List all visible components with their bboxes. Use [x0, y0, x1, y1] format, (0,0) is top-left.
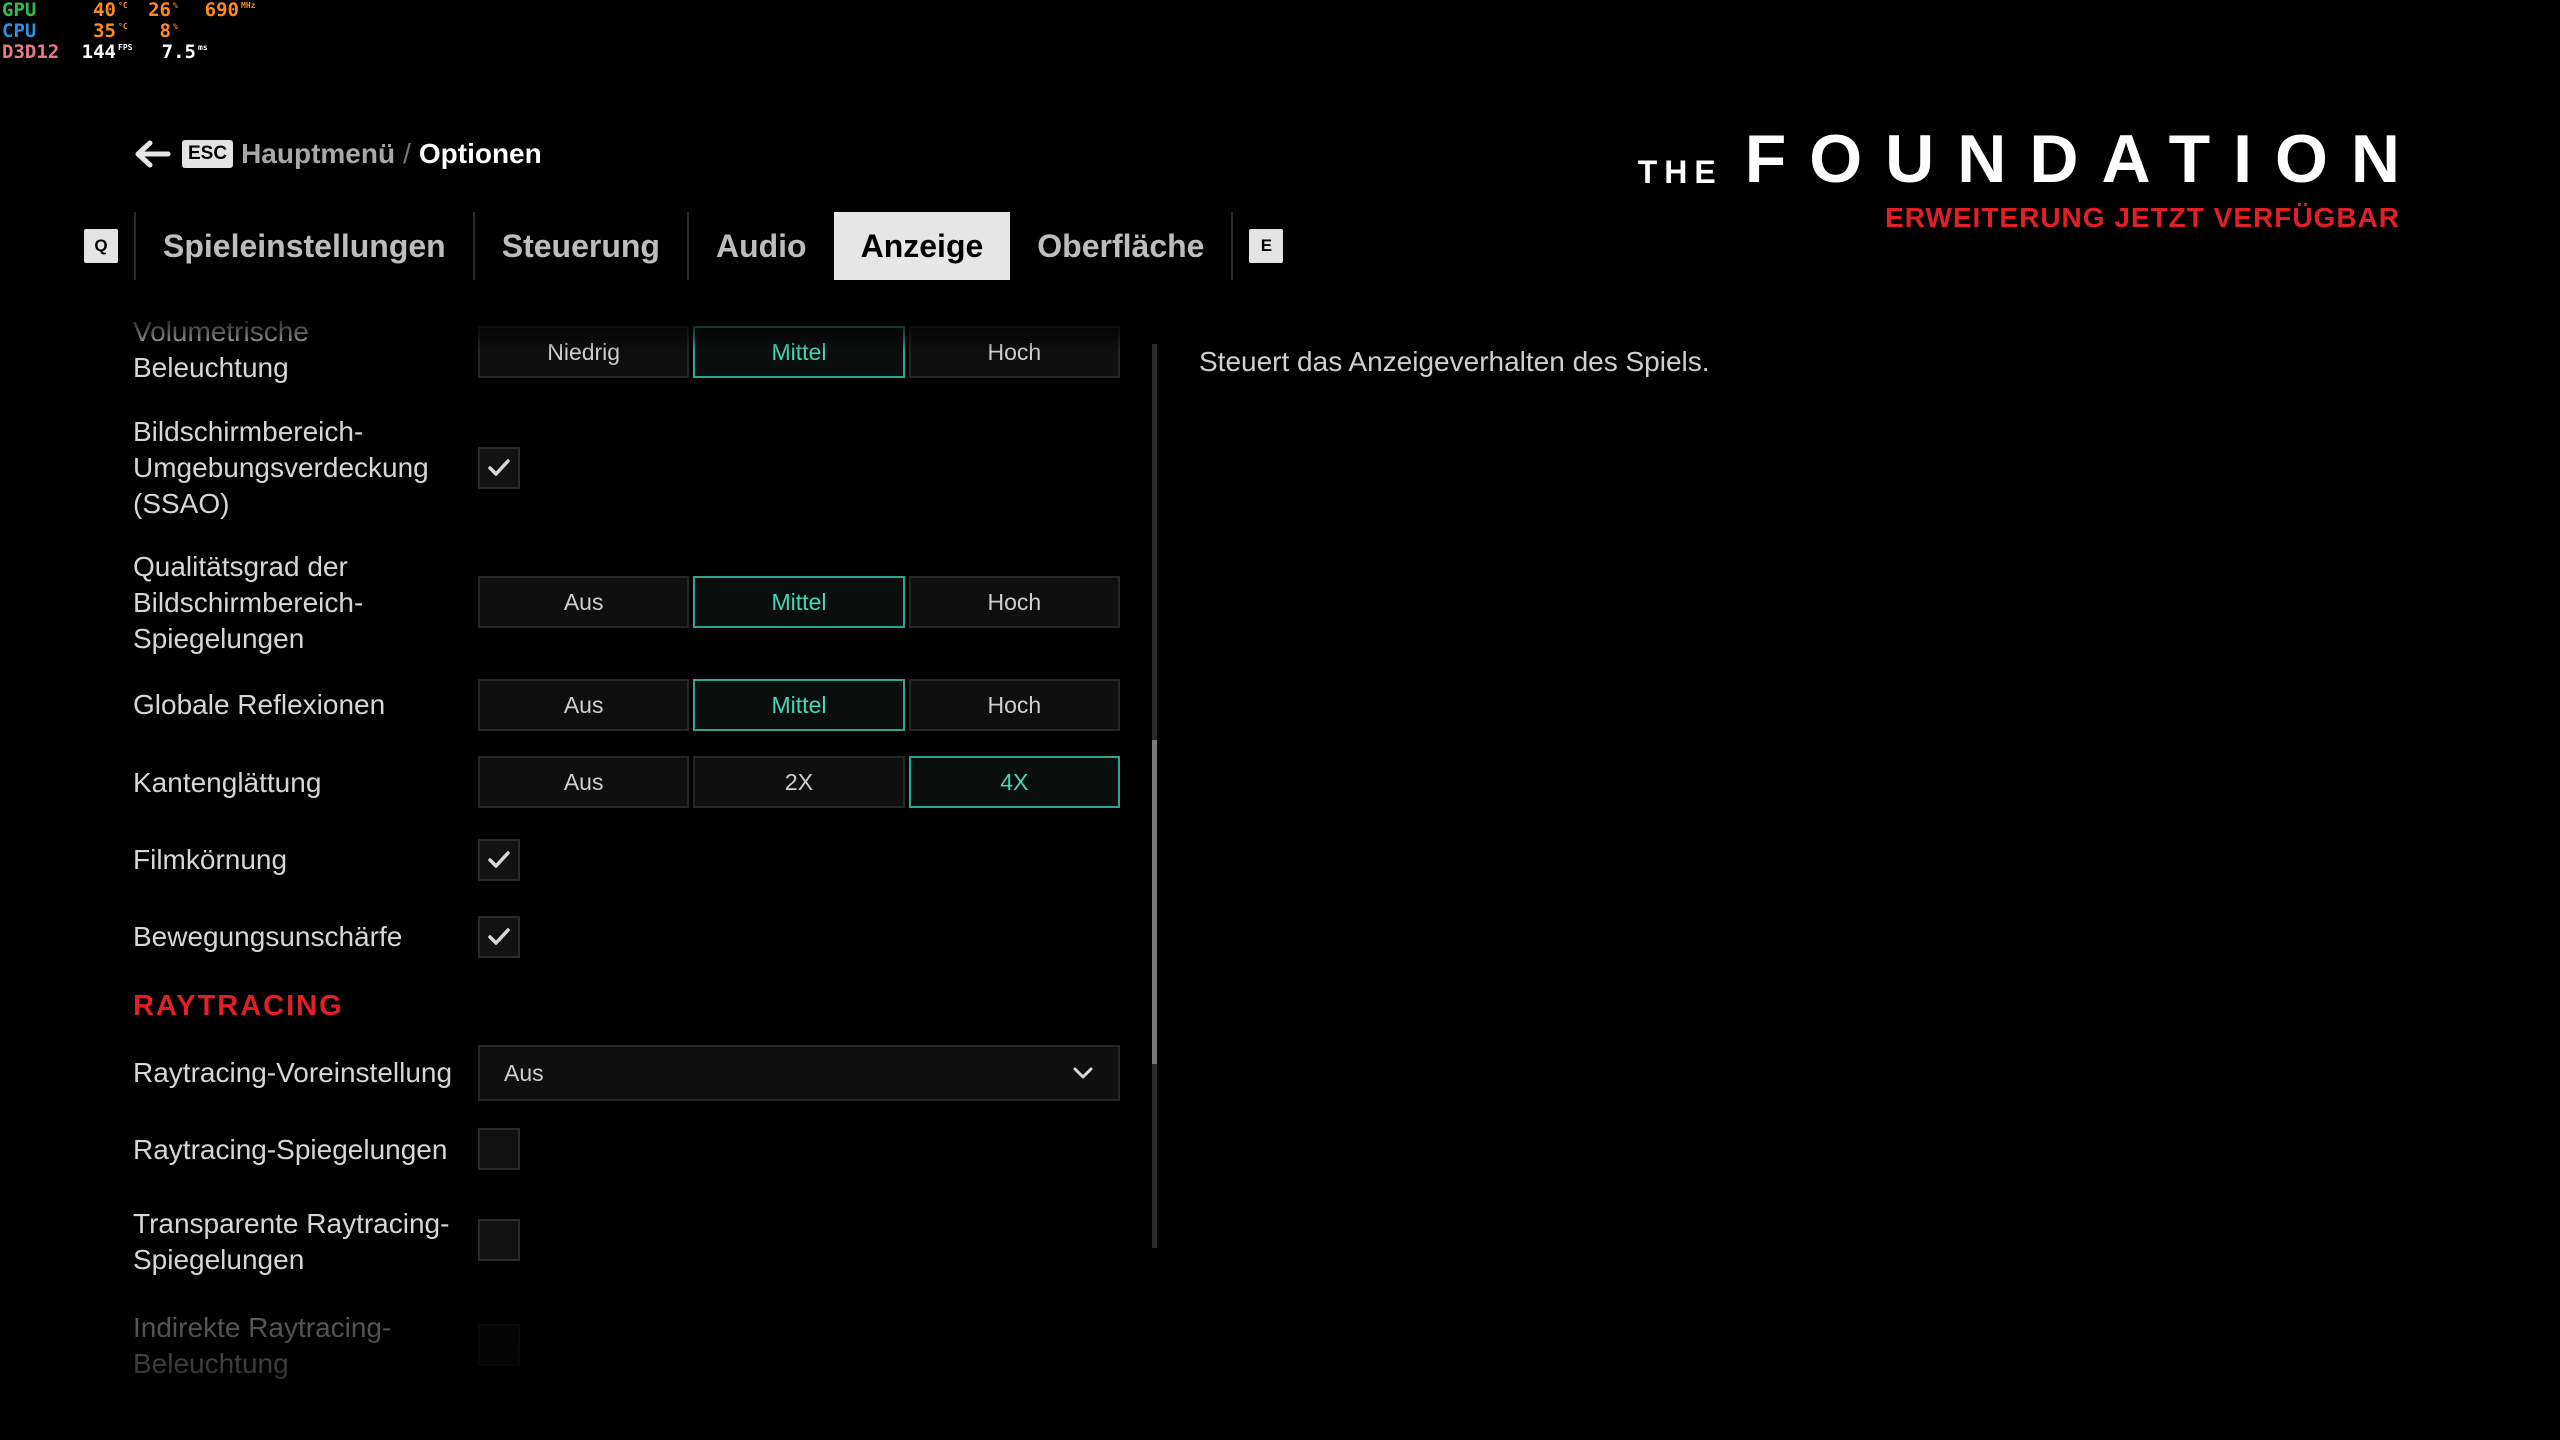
volumetric-option-high[interactable]: Hoch [908, 326, 1120, 378]
ssr-option-high[interactable]: Hoch [908, 576, 1120, 628]
settings-scrollbar[interactable] [1152, 344, 1157, 1248]
setting-label-rt-preset: Raytracing-Voreinstellung [133, 1057, 453, 1088]
antialiasing-option-off[interactable]: Aus [478, 756, 690, 808]
setting-label-motion-blur: Bewegungsunschärfe [133, 921, 403, 952]
ssao-checkbox[interactable] [478, 447, 520, 489]
game-logo[interactable]: THE FOUNDATION ERWEITERUNG JETZT VERFÜGB… [1637, 125, 2400, 234]
volumetric-option-medium[interactable]: Mittel [693, 326, 905, 378]
checkmark-icon [488, 928, 510, 945]
setting-label-rt-transparent: Transparente Raytracing-Spiegelungen [133, 1208, 450, 1275]
scrollbar-thumb[interactable] [1152, 740, 1157, 1064]
setting-label-ssao: Bildschirmbereich-Umgebungsverdeckung (S… [133, 416, 429, 519]
logo-title: THE FOUNDATION [1637, 125, 2400, 193]
motion-blur-checkbox[interactable] [478, 916, 520, 958]
rt-preset-dropdown[interactable]: Aus [478, 1045, 1120, 1101]
setting-label-rt-reflections: Raytracing-Spiegelungen [133, 1134, 448, 1165]
setting-label-rt-indirect: Indirekte Raytracing-Beleuchtung [133, 1312, 392, 1379]
antialiasing-option-4x[interactable]: 4X [908, 756, 1120, 808]
tab-separator [1231, 212, 1234, 280]
section-heading-raytracing: RAYTRACING [133, 990, 344, 1022]
antialiasing-option-2x[interactable]: 2X [693, 756, 905, 808]
chevron-down-icon [1073, 1067, 1093, 1079]
rt-transparent-checkbox[interactable] [478, 1219, 520, 1261]
rt-reflections-checkbox[interactable] [478, 1128, 520, 1170]
rt-indirect-checkbox[interactable] [478, 1324, 520, 1366]
setting-label-volumetric: Volumetrische Beleuchtung [133, 316, 309, 383]
film-grain-checkbox[interactable] [478, 839, 520, 881]
settings-list: Volumetrische Beleuchtung Niedrig Mittel… [0, 0, 1157, 1440]
tab-next-key[interactable]: E [1249, 229, 1284, 263]
logo-main: FOUNDATION [1744, 121, 2423, 197]
setting-label-film-grain: Filmkörnung [133, 844, 288, 875]
global-reflections-option-high[interactable]: Hoch [908, 679, 1120, 731]
volumetric-option-low[interactable]: Niedrig [478, 326, 690, 378]
global-reflections-option-medium[interactable]: Mittel [693, 679, 905, 731]
logo-the: THE [1637, 154, 1723, 190]
volumetric-selector: Niedrig Mittel Hoch [478, 326, 1120, 378]
setting-label-global-reflections: Globale Reflexionen [133, 689, 386, 720]
rt-preset-value: Aus [504, 1059, 544, 1086]
ssr-selector: Aus Mittel Hoch [478, 576, 1120, 628]
setting-label-ssr: Qualitätsgrad der Bildschirmbereich-Spie… [133, 551, 364, 654]
ssr-option-medium[interactable]: Mittel [693, 576, 905, 628]
checkmark-icon [488, 851, 510, 868]
logo-expansion-banner[interactable]: ERWEITERUNG JETZT VERFÜGBAR [1638, 202, 2400, 234]
checkmark-icon [488, 459, 510, 476]
setting-description: Steuert das Anzeigeverhalten des Spiels. [1199, 346, 1710, 377]
antialiasing-selector: Aus 2X 4X [478, 756, 1120, 808]
setting-label-antialiasing: Kantenglättung [133, 767, 322, 798]
global-reflections-option-off[interactable]: Aus [478, 679, 690, 731]
ssr-option-off[interactable]: Aus [478, 576, 690, 628]
global-reflections-selector: Aus Mittel Hoch [478, 679, 1120, 731]
